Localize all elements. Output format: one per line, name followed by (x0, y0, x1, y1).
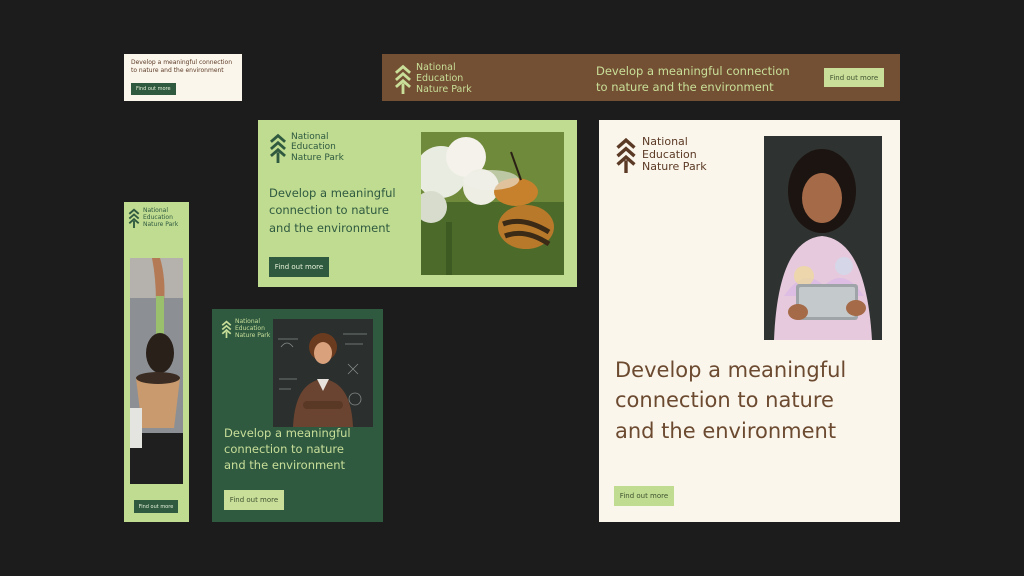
brand-name: National Education Nature Park (291, 132, 344, 163)
brand-logo: National Education Nature Park (269, 132, 344, 163)
find-out-more-button[interactable]: Find out more (269, 257, 329, 277)
small-banner-ad: Develop a meaningful connection to natur… (124, 54, 242, 101)
find-out-more-button[interactable]: Find out more (824, 68, 884, 87)
tree-logo-icon (221, 320, 232, 339)
tree-logo-icon (616, 137, 636, 173)
square-ad: National Education Nature Park Develop a… (212, 309, 383, 522)
teacher-at-chalkboard-photo (273, 319, 373, 427)
hand-planting-in-pot-photo (130, 258, 183, 484)
brand-name: National Education Nature Park (143, 207, 179, 228)
girl-with-tablet-photo (764, 136, 882, 340)
bee-on-clover-photo (421, 132, 564, 275)
leaderboard-ad: National Education Nature Park Develop a… (382, 54, 900, 101)
banner-headline: Develop a meaningful connection to natur… (615, 358, 847, 443)
brand-name: National Education Nature Park (235, 318, 271, 339)
brand-logo: National Education Nature Park (615, 135, 707, 174)
find-out-more-button[interactable]: Find out more (131, 83, 176, 96)
find-out-more-button[interactable]: Find out more (224, 490, 284, 510)
medium-rectangle-ad: National Education Nature Park Develop a… (258, 120, 577, 287)
brand-logo: National Education Nature Park (128, 207, 179, 229)
banner-headline: Develop a meaningful connection to natur… (596, 64, 790, 94)
banner-headline: Develop a meaningful connection to natur… (131, 59, 233, 75)
skyscraper-ad: National Education Nature Park Find out … (124, 202, 189, 522)
brand-logo: National Education Nature Park (221, 318, 271, 340)
tree-logo-icon (270, 133, 286, 163)
tree-logo-icon (395, 65, 411, 95)
find-out-more-button[interactable]: Find out more (614, 486, 674, 506)
find-out-more-button[interactable]: Find out more (134, 500, 178, 513)
banner-headline: Develop a meaningful connection to natur… (224, 426, 351, 473)
brand-name: National Education Nature Park (416, 62, 472, 95)
banner-headline: Develop a meaningful connection to natur… (269, 186, 396, 235)
tree-logo-icon (128, 208, 140, 229)
brand-name: National Education Nature Park (642, 135, 707, 174)
half-page-ad: National Education Nature Park Develop a… (599, 120, 900, 522)
brand-logo: National Education Nature Park (394, 62, 472, 96)
